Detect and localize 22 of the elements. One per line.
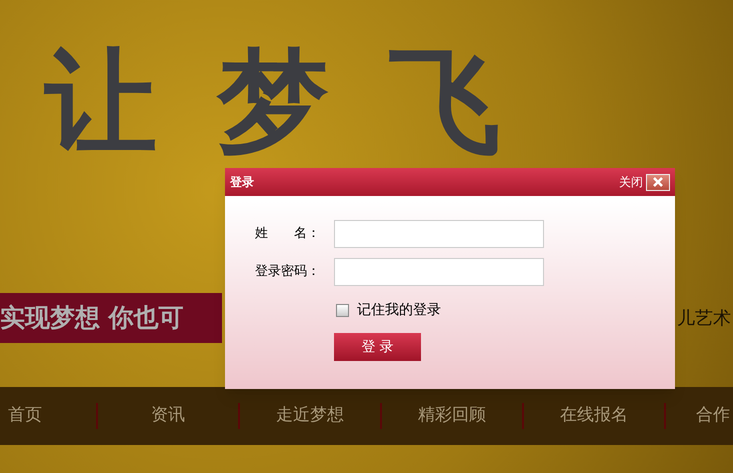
side-text: 儿艺术 [677,306,732,330]
login-button[interactable]: 登 录 [334,333,421,361]
input-field[interactable] [334,220,544,248]
field-label: 姓 名： [255,225,321,244]
nav-link[interactable]: 走近梦想 [276,403,344,429]
headline-character: 梦 [217,42,329,162]
nav-link[interactable]: 资讯 [151,403,185,429]
input-field[interactable] [334,258,544,286]
slogan-banner: 实现梦想 你也可 [0,293,222,343]
nav-link[interactable]: 精彩回顾 [418,403,486,429]
dialog-title: 登录 [230,174,254,191]
close-button[interactable] [646,174,670,190]
close-icon [653,177,663,187]
nav-link[interactable]: 在线报名 [560,403,628,429]
close-link[interactable]: 关闭 [619,173,643,191]
remember-label: 记住我的登录 [357,301,441,320]
headline-character: 让 [45,42,157,162]
field-label: 登录密码： [255,263,321,282]
headline-character: 飞 [389,42,501,162]
nav-link[interactable]: 首页 [8,403,42,429]
remember-checkbox[interactable] [336,304,349,317]
nav-link[interactable]: 合作 [696,403,730,429]
